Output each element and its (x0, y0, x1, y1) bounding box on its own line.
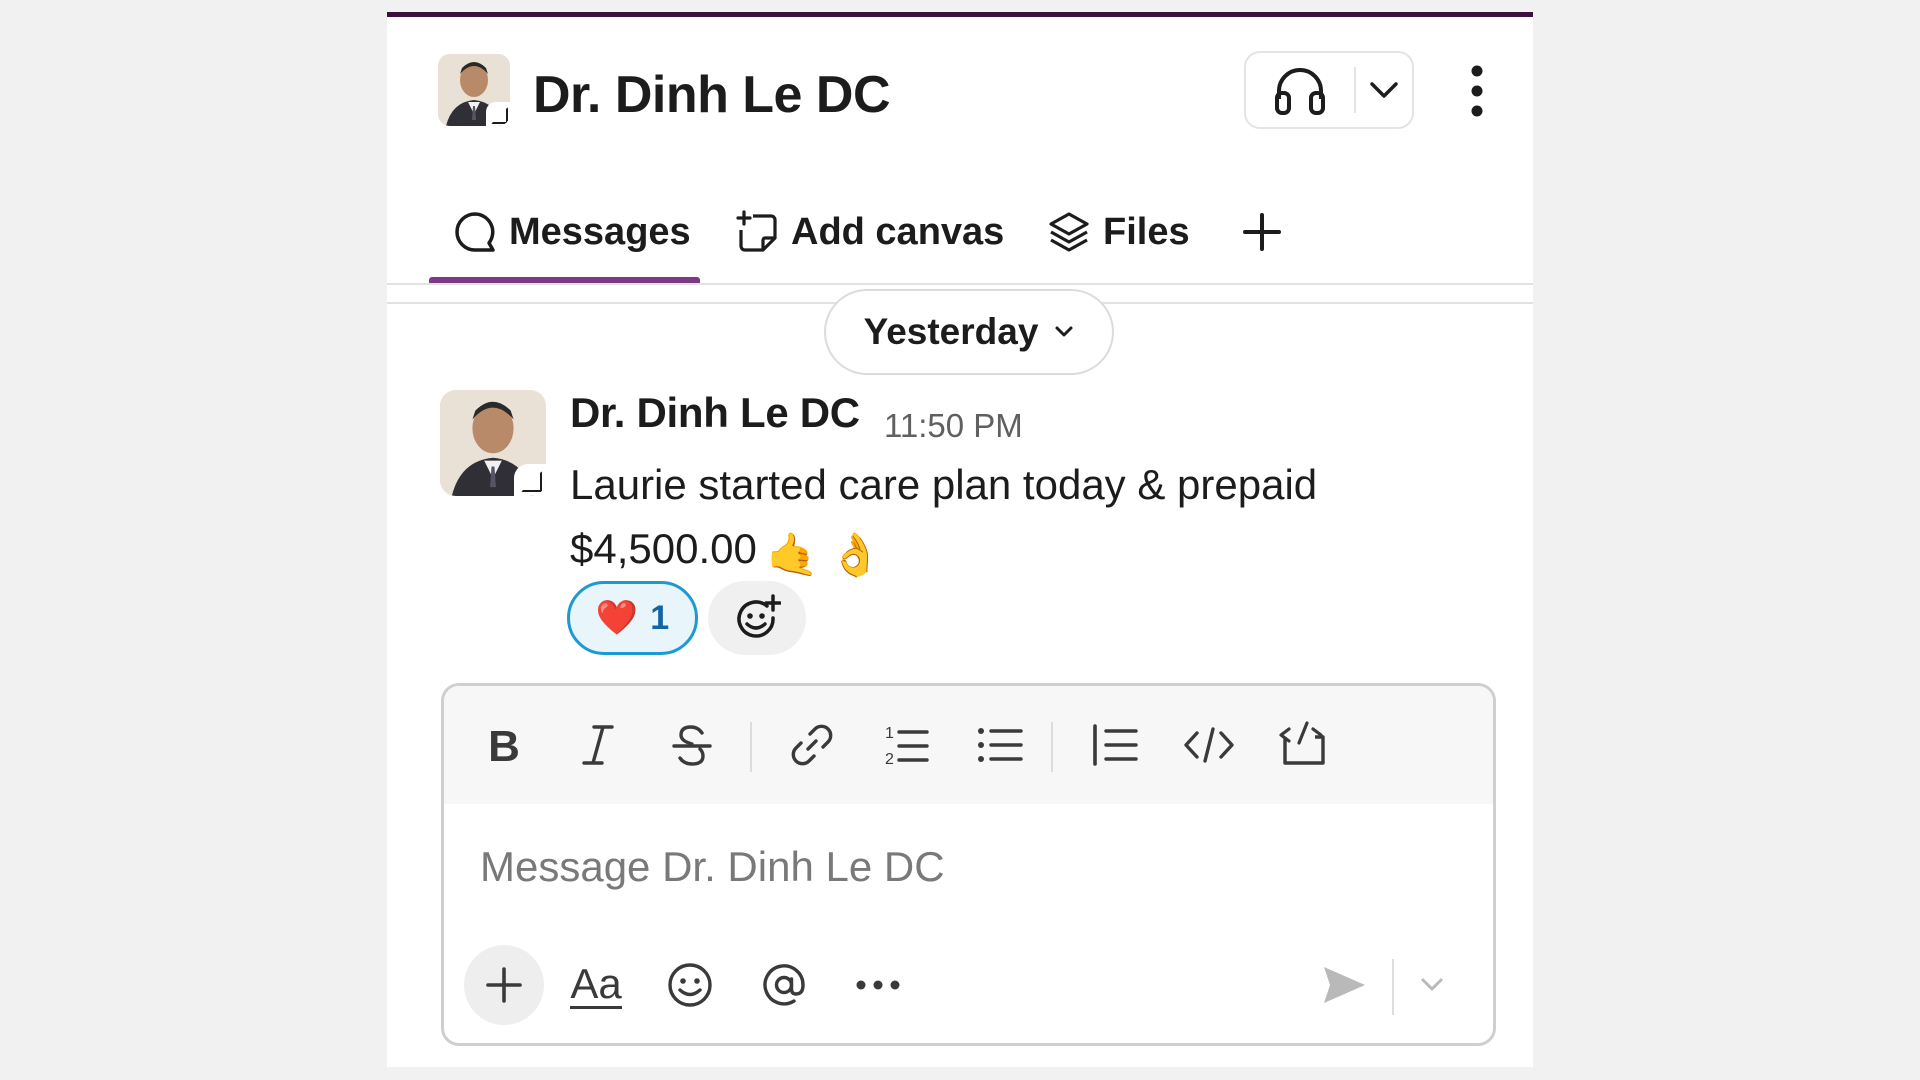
message-timestamp[interactable]: 11:50 PM (884, 407, 1023, 445)
headphones-icon (1275, 68, 1325, 115)
message-composer: B 1 2 Message Dr. Dinh Le DC Aa (441, 683, 1496, 1046)
ordered-list-icon: 1 2 (885, 725, 929, 768)
message-bubble-icon (455, 212, 495, 252)
date-divider-button[interactable]: Yesterday (824, 289, 1114, 375)
conversation-panel: Dr. Dinh Le DC Messages Add canvas Files… (387, 12, 1533, 1067)
toolbar-divider (1051, 722, 1053, 772)
link-button[interactable] (781, 714, 843, 776)
message-text-line: Laurie started care plan today & prepaid (570, 461, 1318, 508)
strikethrough-button[interactable] (661, 714, 723, 776)
send-button[interactable] (1304, 945, 1384, 1025)
add-reaction-button[interactable] (708, 581, 806, 655)
emoji-button[interactable] (650, 945, 730, 1025)
code-button[interactable] (1178, 714, 1240, 776)
formatting-toggle-button[interactable]: Aa (556, 945, 636, 1025)
toolbar-divider (750, 722, 752, 772)
presence-icon (486, 102, 510, 126)
tab-label: Files (1103, 210, 1190, 253)
reaction-heart[interactable]: ❤️ 1 (567, 581, 698, 655)
send-icon (1324, 967, 1365, 1003)
svg-text:B: B (488, 723, 520, 767)
layers-icon (1049, 212, 1089, 252)
huddle-button[interactable] (1246, 53, 1354, 127)
message-avatar[interactable] (440, 390, 546, 496)
bold-icon: B (488, 723, 520, 767)
message-body: Laurie started care plan today & prepaid… (570, 453, 1420, 587)
mention-icon (763, 964, 805, 1006)
message-sender[interactable]: Dr. Dinh Le DC (570, 389, 860, 437)
huddle-button-group (1244, 51, 1414, 129)
chevron-down-icon (1370, 82, 1398, 98)
svg-text:1: 1 (885, 725, 894, 742)
plus-icon (486, 967, 522, 1003)
tab-bar: Messages Add canvas Files (387, 189, 1533, 285)
date-label: Yesterday (863, 311, 1039, 352)
plus-icon (1243, 213, 1281, 251)
ordered-list-button[interactable]: 1 2 (875, 714, 937, 776)
code-block-button[interactable] (1272, 714, 1334, 776)
vertical-ellipsis-icon (1471, 65, 1483, 117)
channel-header: Dr. Dinh Le DC (387, 17, 1533, 167)
canvas-plus-icon (736, 210, 777, 252)
message-input[interactable] (478, 831, 1462, 903)
composer-actions: Aa (444, 923, 1493, 1043)
code-icon (1184, 727, 1234, 763)
tab-files[interactable]: Files (1047, 207, 1190, 257)
message-text-line-2: $4,500.00 🤙 👌 (570, 517, 1420, 587)
page-title[interactable]: Dr. Dinh Le DC (533, 69, 891, 121)
italic-button[interactable] (567, 714, 629, 776)
blockquote-button[interactable] (1084, 714, 1146, 776)
bulleted-list-icon (978, 728, 1023, 762)
divider (1392, 959, 1394, 1015)
strikethrough-icon (672, 725, 712, 766)
active-tab-indicator (429, 277, 700, 283)
formatting-toolbar: B 1 2 (444, 686, 1493, 804)
chevron-down-icon (1055, 326, 1073, 337)
link-icon (791, 724, 833, 766)
message-amount: $4,500.00 (570, 525, 757, 572)
more-options-button[interactable] (1457, 61, 1497, 121)
chevron-down-icon (1421, 978, 1443, 991)
blockquote-icon (1093, 724, 1138, 766)
presence-icon (514, 464, 546, 496)
bulleted-list-button[interactable] (969, 714, 1031, 776)
reaction-count: 1 (650, 598, 670, 637)
attach-button[interactable] (464, 945, 544, 1025)
add-tab-button[interactable] (1242, 207, 1282, 257)
tab-label: Messages (509, 210, 691, 253)
format-icon: Aa (570, 959, 622, 1009)
more-actions-button[interactable] (838, 945, 918, 1025)
add-reaction-icon (737, 594, 781, 638)
tab-add-canvas[interactable]: Add canvas (735, 207, 1004, 257)
mention-button[interactable] (744, 945, 824, 1025)
tab-messages[interactable]: Messages (453, 207, 691, 257)
emoji-icon (668, 963, 712, 1007)
tab-label: Add canvas (791, 210, 1005, 253)
call-me-hand-emoji: 🤙 (766, 531, 820, 578)
ok-hand-emoji: 👌 (829, 531, 882, 578)
huddle-options-button[interactable] (1356, 53, 1412, 127)
italic-icon (582, 725, 614, 765)
code-block-icon (1279, 721, 1325, 765)
bold-button[interactable]: B (473, 714, 535, 776)
heart-emoji: ❤️ (595, 599, 639, 637)
more-icon (856, 980, 900, 990)
schedule-send-button[interactable] (1402, 945, 1462, 1025)
avatar[interactable] (438, 54, 510, 126)
svg-text:2: 2 (885, 751, 894, 768)
